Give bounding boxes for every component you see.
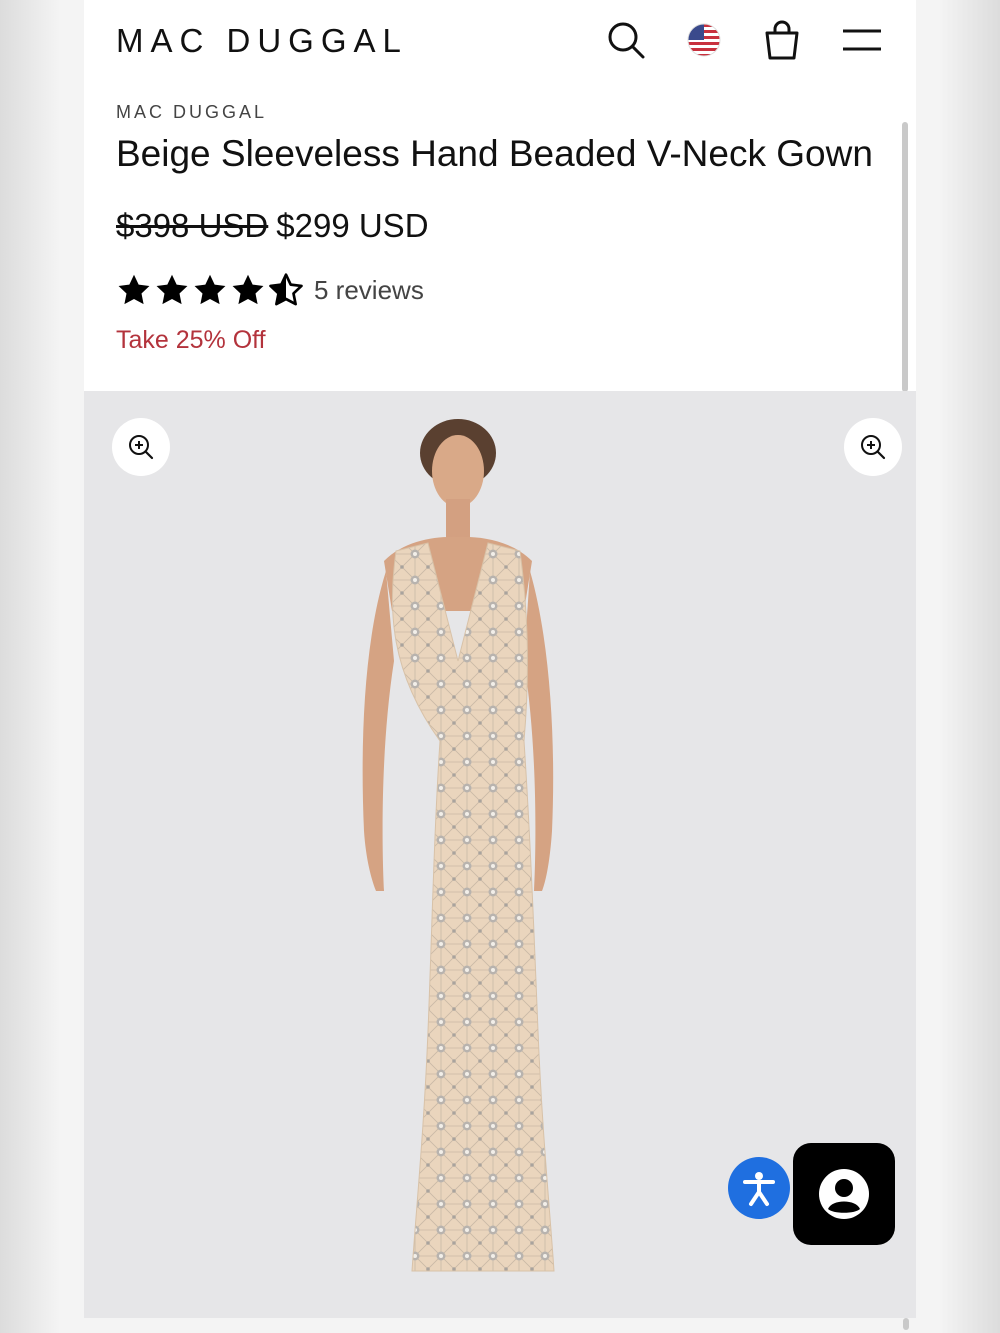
half-star-icon (269, 273, 303, 306)
sale-price: $299 USD (276, 207, 429, 244)
original-price: $398 USD (116, 207, 269, 244)
scrollbar[interactable] (902, 122, 908, 392)
product-photo[interactable] (324, 411, 584, 1291)
product-image-gallery[interactable] (84, 391, 916, 1318)
star-icon (118, 274, 150, 305)
menu-icon (843, 29, 881, 51)
zoom-button-right[interactable] (844, 418, 902, 476)
menu-button[interactable] (840, 18, 884, 62)
star-rating (116, 272, 304, 308)
accessibility-button[interactable] (728, 1157, 790, 1219)
site-logo[interactable]: MAC DUGGAL (116, 22, 408, 60)
promo-text: Take 25% Off (116, 326, 266, 354)
chat-user-icon (819, 1169, 869, 1219)
star-icon (194, 274, 226, 305)
product-page: MAC DUGGAL MAC DUGGAL Beige Sleeveless H… (84, 0, 916, 1318)
product-brand: MAC DUGGAL (116, 102, 268, 122)
star-icon (156, 274, 188, 305)
chat-button[interactable] (793, 1143, 895, 1245)
reviews-link[interactable]: 5 reviews (314, 275, 424, 306)
search-button[interactable] (604, 18, 648, 62)
star-icon (232, 274, 264, 305)
cart-button[interactable] (760, 18, 804, 62)
zoom-button-left[interactable] (112, 418, 170, 476)
country-selector[interactable] (682, 18, 726, 62)
bottom-scroll-indicator (903, 1318, 909, 1330)
shopping-bag-icon (765, 20, 799, 60)
price-row: $398 USD $299 USD (116, 207, 429, 245)
accessibility-icon (743, 1172, 775, 1206)
zoom-in-icon (129, 435, 154, 460)
product-title: Beige Sleeveless Hand Beaded V-Neck Gown (116, 133, 873, 174)
rating-row[interactable]: 5 reviews (116, 272, 424, 308)
us-flag-icon (687, 23, 721, 57)
search-icon (608, 22, 645, 59)
site-header: MAC DUGGAL (84, 0, 916, 82)
zoom-in-icon (861, 435, 886, 460)
